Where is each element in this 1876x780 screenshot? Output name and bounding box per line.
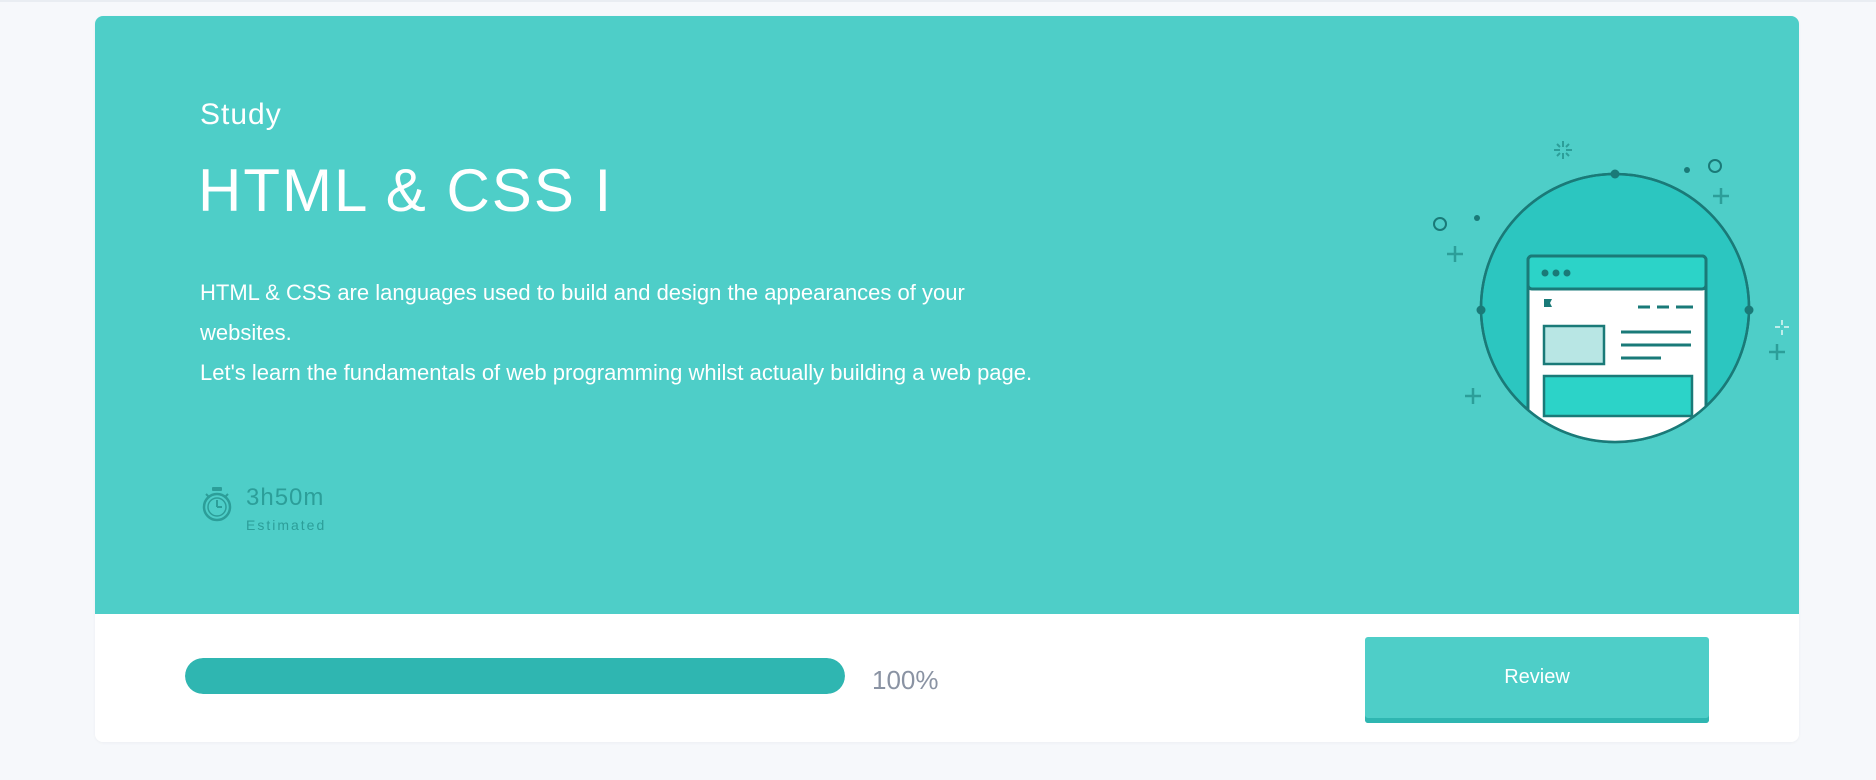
estimated-time-value: 3h50m — [246, 484, 325, 511]
course-footer: 100% Review — [95, 614, 1799, 742]
description-line-1: HTML & CSS are languages used to build a… — [200, 280, 965, 345]
stopwatch-icon — [202, 487, 232, 522]
course-description: HTML & CSS are languages used to build a… — [200, 273, 1060, 393]
estimated-time-label: Estimated — [246, 517, 327, 533]
progress-bar — [185, 658, 845, 694]
course-title: HTML & CSS I — [198, 157, 614, 224]
top-divider — [0, 0, 1876, 2]
description-line-2: Let's learn the fundamentals of web prog… — [200, 360, 1033, 385]
course-hero: Study HTML & CSS I HTML & CSS are langua… — [95, 16, 1799, 614]
review-button[interactable]: Review — [1365, 637, 1709, 723]
web-browser-illustration-icon — [1433, 141, 1789, 444]
course-eyebrow: Study — [200, 98, 282, 131]
estimated-time: 3h50m Estimated — [200, 483, 326, 533]
progress-bar-fill — [185, 658, 845, 694]
progress-percent: 100% — [872, 665, 939, 695]
course-card: Study HTML & CSS I HTML & CSS are langua… — [95, 16, 1799, 742]
